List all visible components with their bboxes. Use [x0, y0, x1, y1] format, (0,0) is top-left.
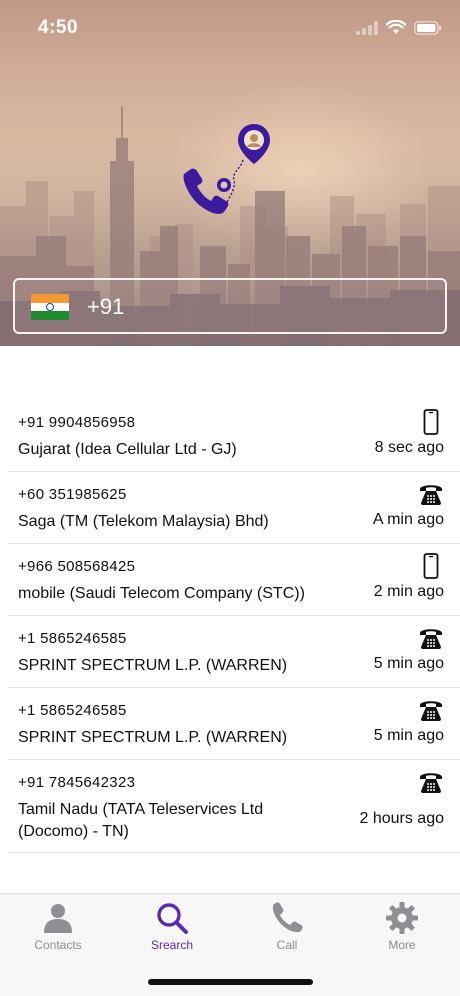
mobile-phone-icon: [423, 409, 439, 435]
history-row[interactable]: +1 5865246585 SPRINT SPECTRUM L.P. (WARR…: [8, 688, 460, 760]
landline-phone-icon: [420, 701, 442, 721]
history-row[interactable]: +91 9904856958 Gujarat (Idea Cellular Lt…: [8, 400, 460, 472]
status-bar: 4:50: [0, 0, 460, 56]
india-flag-icon[interactable]: [31, 294, 69, 320]
history-number: +91 9904856958: [18, 414, 136, 431]
tab-label: Contacts: [34, 938, 82, 952]
history-time: A min ago: [372, 511, 444, 528]
history-row[interactable]: +60 351985625 Saga (TM (Telekom Malaysia…: [8, 472, 460, 544]
history-carrier: mobile (Saudi Telecom Company (STC)): [18, 585, 305, 602]
tab-call[interactable]: Call: [237, 900, 337, 960]
history-carrier: SPRINT SPECTRUM L.P. (WARREN): [18, 729, 288, 746]
history-carrier: SPRINT SPECTRUM L.P. (WARREN): [18, 657, 288, 674]
history-time: 5 min ago: [373, 655, 444, 672]
phone-number-field[interactable]: [13, 278, 447, 334]
tab-label: Srearch: [150, 938, 194, 952]
history-time: 8 sec ago: [374, 439, 444, 456]
history-time: 2 min ago: [373, 583, 444, 600]
phone-icon: [272, 902, 303, 933]
history-number: +91 7845642323: [18, 774, 136, 791]
search-history-list: +91 9904856958 Gujarat (Idea Cellular Lt…: [8, 400, 460, 853]
history-number: +966 508568425: [18, 558, 136, 575]
history-number: +1 5865246585: [18, 702, 127, 719]
mobile-phone-icon: [423, 553, 439, 579]
tab-contacts[interactable]: Contacts: [8, 900, 108, 960]
gear-icon: [386, 902, 418, 934]
tab-more[interactable]: More: [352, 900, 452, 960]
phone-number-input[interactable]: [87, 288, 427, 326]
status-time: 4:50: [38, 17, 79, 38]
landline-phone-icon: [420, 629, 442, 649]
search-icon: [157, 903, 188, 934]
history-number: +1 5865246585: [18, 630, 127, 647]
landline-phone-icon: [420, 485, 442, 505]
history-row[interactable]: +966 508568425 mobile (Saudi Telecom Com…: [8, 544, 460, 616]
history-carrier: Gujarat (Idea Cellular Ltd - GJ): [18, 441, 237, 458]
tab-label: More: [388, 938, 416, 952]
tab-search[interactable]: Srearch: [122, 900, 222, 960]
history-carrier: Tamil Nadu (TATA Teleservices Ltd (Docom…: [18, 801, 264, 840]
history-row[interactable]: +1 5865246585 SPRINT SPECTRUM L.P. (WARR…: [8, 616, 460, 688]
tab-label: Call: [276, 938, 298, 952]
battery-icon: [414, 20, 441, 35]
status-icons: [356, 20, 442, 35]
app-logo-icon: [183, 124, 270, 214]
history-row[interactable]: +91 7845642323 Tamil Nadu (TATA Teleserv…: [8, 760, 460, 853]
landline-phone-icon: [420, 773, 442, 793]
person-icon: [44, 904, 72, 933]
history-time: 5 min ago: [373, 727, 444, 744]
home-indicator[interactable]: [148, 979, 313, 985]
wifi-icon: [386, 20, 406, 34]
cellular-signal-icon: [356, 20, 378, 35]
history-time: 2 hours ago: [359, 810, 444, 827]
history-number: +60 351985625: [18, 486, 127, 503]
history-carrier: Saga (TM (Telekom Malaysia) Bhd): [18, 513, 269, 530]
